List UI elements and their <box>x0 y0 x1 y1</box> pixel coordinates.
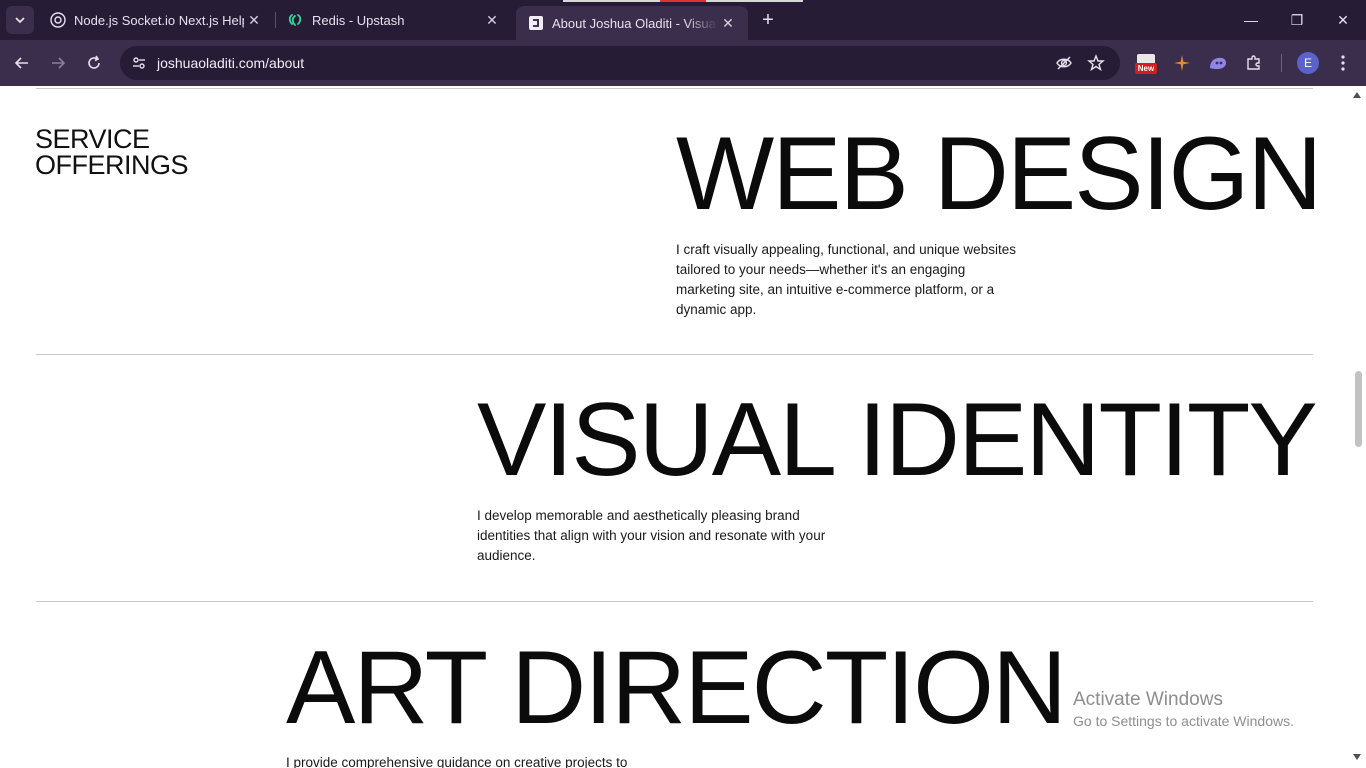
forward-button[interactable] <box>44 49 72 77</box>
page-scrollbar[interactable] <box>1348 86 1366 768</box>
scroll-down-arrow[interactable] <box>1352 752 1362 762</box>
more-menu-icon[interactable] <box>1332 52 1354 74</box>
service-description: I provide comprehensive guidance on crea… <box>286 755 628 768</box>
ai-extension-icon[interactable] <box>1206 51 1230 75</box>
new-tab-button[interactable]: + <box>756 8 780 32</box>
profile-avatar[interactable]: E <box>1297 52 1319 74</box>
service-title-visual-identity: VISUAL IDENTITY <box>477 382 1318 498</box>
new-badge: New <box>1135 63 1157 74</box>
tab-title: Redis - Upstash <box>312 12 405 28</box>
star-icon[interactable] <box>1086 53 1106 73</box>
tab-loading-accent-red <box>660 0 706 2</box>
reload-button[interactable] <box>80 49 108 77</box>
site-info-button[interactable] <box>126 50 152 76</box>
divider <box>36 88 1313 89</box>
browser-toolbar: joshuaoladiti.com/about New E <box>0 40 1366 86</box>
tab-title: Node.js Socket.io Next.js Help <box>74 12 244 28</box>
service-description: I craft visually appealing, functional, … <box>676 242 1016 317</box>
service-title-web-design: WEB DESIGN <box>676 116 1323 232</box>
tab-title: About Joshua Oladiti - Visual Designer <box>552 15 718 31</box>
extension-new-button[interactable]: New <box>1135 54 1157 76</box>
close-icon[interactable]: ✕ <box>244 10 264 30</box>
divider <box>36 601 1313 602</box>
chatgpt-icon <box>50 12 66 28</box>
scroll-thumb[interactable] <box>1355 371 1362 447</box>
tab-nodejs-help[interactable]: Node.js Socket.io Next.js Help ✕ <box>38 0 274 40</box>
arrow-right-icon <box>52 57 66 69</box>
upstash-icon <box>288 12 304 28</box>
address-bar[interactable]: joshuaoladiti.com/about <box>120 46 1120 80</box>
tab-strip: Node.js Socket.io Next.js Help ✕ Redis -… <box>0 0 1366 40</box>
reload-icon <box>88 55 100 69</box>
site-icon <box>528 15 544 31</box>
tab-about-joshua[interactable]: About Joshua Oladiti - Visual Designer ✕ <box>516 6 748 40</box>
page-viewport: SERVICE OFFERINGS WEB DESIGN I craft vis… <box>0 86 1348 768</box>
close-icon[interactable]: ✕ <box>482 10 502 30</box>
divider <box>36 354 1313 355</box>
watermark-title: Activate Windows <box>1073 689 1223 710</box>
arrow-left-icon <box>14 57 28 69</box>
restore-button[interactable]: ❐ <box>1274 0 1320 40</box>
tune-icon <box>133 57 145 69</box>
eye-off-icon[interactable] <box>1054 53 1074 73</box>
minimize-button[interactable]: — <box>1228 0 1274 40</box>
watermark-subtitle: Go to Settings to activate Windows. <box>1073 713 1294 729</box>
spark-extension-icon[interactable] <box>1170 51 1194 75</box>
service-description: I develop memorable and aesthetically pl… <box>477 508 826 563</box>
close-icon[interactable]: ✕ <box>718 13 738 33</box>
url-text[interactable]: joshuaoladiti.com/about <box>157 55 304 71</box>
toolbar-separator <box>1281 54 1282 72</box>
window-close-button[interactable]: ✕ <box>1320 0 1366 40</box>
scroll-up-arrow[interactable] <box>1352 90 1362 100</box>
service-title-art-direction: ART DIRECTION <box>286 630 1067 746</box>
back-button[interactable] <box>8 49 36 77</box>
chevron-down-icon <box>15 17 25 24</box>
tab-redis-upstash[interactable]: Redis - Upstash ✕ <box>276 0 512 40</box>
windows-activation-watermark: Activate Windows Go to Settings to activ… <box>1073 689 1294 731</box>
tab-search-button[interactable] <box>6 6 34 34</box>
section-label: SERVICE OFFERINGS <box>35 124 189 180</box>
puzzle-icon[interactable] <box>1242 51 1266 75</box>
